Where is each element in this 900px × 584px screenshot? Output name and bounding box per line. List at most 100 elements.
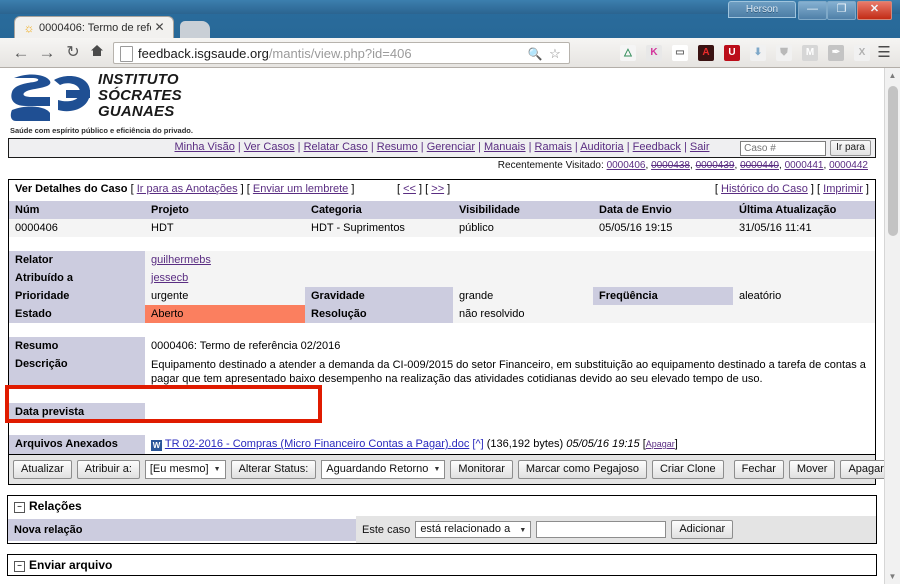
mover-button[interactable]: Mover xyxy=(788,460,836,479)
nav-separator: | xyxy=(571,141,581,153)
x-extension-icon[interactable]: X xyxy=(854,45,870,61)
browser-tab-title: 0000406: Termo de referê xyxy=(39,22,151,34)
upload-section: − Enviar arquivo xyxy=(7,554,877,576)
monitorar-button[interactable]: Monitorar xyxy=(450,460,513,479)
detail-bar-pager: [ << ] [ >> ] xyxy=(397,183,451,195)
col-head-categoria: Categoria xyxy=(305,201,453,219)
resolucao-label: Resolução xyxy=(305,305,453,323)
nav-link-ramais[interactable]: Ramais xyxy=(535,141,572,153)
nav-link-feedback[interactable]: Feedback xyxy=(633,141,681,153)
recent-case-link[interactable]: 0000441 xyxy=(785,160,824,171)
adicionar-button[interactable]: Adicionar xyxy=(671,520,734,539)
atribuido-link[interactable]: jessecb xyxy=(151,272,188,284)
spacer-row-4 xyxy=(8,421,876,435)
browser-tab-strip: ☼ 0000406: Termo de referê ✕ xyxy=(0,14,900,39)
nav-separator: | xyxy=(367,141,377,153)
relator-link[interactable]: guilhermebs xyxy=(151,254,211,266)
goto-annotations-link[interactable]: Ir para as Anotações xyxy=(137,183,238,195)
relation-target-input[interactable] xyxy=(536,521,667,538)
prioridade-value: urgente xyxy=(145,287,305,305)
relation-type-select[interactable]: está relacionado a xyxy=(415,521,532,540)
scroll-up-icon[interactable]: ▲ xyxy=(885,68,900,83)
fechar-button[interactable]: Fechar xyxy=(733,460,784,479)
alterar-status-button[interactable]: Alterar Status: xyxy=(230,460,317,479)
print-link[interactable]: Imprimir xyxy=(823,183,863,195)
download-icon[interactable]: ⬇ xyxy=(750,45,766,61)
recent-case-link[interactable]: 0000406 xyxy=(607,160,646,171)
adobe-acrobat-icon[interactable]: A xyxy=(698,45,714,61)
reload-icon[interactable]: ↻ xyxy=(62,42,84,64)
case-number-input[interactable] xyxy=(740,140,827,156)
collapse-toggle-icon-2[interactable]: − xyxy=(14,561,25,572)
frequencia-value: aleatório xyxy=(733,287,876,305)
recent-case-link[interactable]: 0000439 xyxy=(696,160,735,171)
site-logo-text: INSTITUTO SÓCRATES GUANAES xyxy=(98,72,182,120)
page-icon xyxy=(120,46,133,62)
nav-link-resumo[interactable]: Resumo xyxy=(377,141,418,153)
close-icon[interactable]: ✕ xyxy=(153,21,166,34)
send-reminder-link[interactable]: Enviar um lembrete xyxy=(253,183,348,195)
pegajoso-button[interactable]: Marcar como Pegajoso xyxy=(517,460,647,479)
upload-section-title[interactable]: − Enviar arquivo xyxy=(8,555,876,575)
google-drive-icon[interactable]: △ xyxy=(620,45,636,61)
attachment-view-marker[interactable]: [[^]^] xyxy=(472,438,483,450)
logo-line-2: SÓCRATES xyxy=(98,87,182,104)
nav-link-manuais[interactable]: Manuais xyxy=(484,141,526,153)
atribuir-a-button[interactable]: Atribuir a: xyxy=(76,460,140,479)
recent-case-link[interactable]: 0000438 xyxy=(651,160,690,171)
scroll-down-icon[interactable]: ▼ xyxy=(885,569,900,584)
resumo-label: Resumo xyxy=(8,337,145,355)
relations-section-title[interactable]: − Relações xyxy=(8,496,876,516)
data-prevista-label: Data prevista xyxy=(8,403,145,421)
goto-case-button[interactable]: Ir para xyxy=(830,140,871,156)
home-icon[interactable] xyxy=(86,42,108,64)
relator-value-cell: guilhermebs xyxy=(145,251,876,269)
site-tagline: Saúde com espírito público e eficiência … xyxy=(10,126,193,135)
page-scrollbar[interactable]: ▲ ▼ xyxy=(884,68,900,584)
recent-case-link[interactable]: 0000440 xyxy=(740,160,779,171)
nav-link-gerenciar[interactable]: Gerenciar xyxy=(427,141,475,153)
mega-icon[interactable]: M xyxy=(802,45,818,61)
collapse-toggle-icon[interactable]: − xyxy=(14,502,25,513)
chrome-menu-icon[interactable]: ☰ xyxy=(876,44,892,62)
search-icon[interactable]: 🔍 xyxy=(527,46,543,62)
case-history-link[interactable]: Histórico do Caso xyxy=(721,183,808,195)
next-case-link[interactable]: >> xyxy=(431,183,444,195)
kami-icon[interactable]: K xyxy=(646,45,662,61)
mantis-page: INSTITUTO SÓCRATES GUANAES Saúde com esp… xyxy=(0,68,884,584)
estado-row: Estado Aberto Resolução não resolvido xyxy=(8,305,876,323)
atribuir-select[interactable]: [Eu mesmo] xyxy=(144,460,226,479)
bookmark-star-icon[interactable]: ☆ xyxy=(547,46,563,62)
apagar-button[interactable]: Apagar xyxy=(840,460,884,479)
nav-link-minha-viso[interactable]: Minha Visão xyxy=(175,141,235,153)
brush-icon[interactable]: ✒ xyxy=(828,45,844,61)
os-window-frame: Herson — ❐ ✕ ☼ 0000406: Termo de referê … xyxy=(0,0,900,584)
browser-tab[interactable]: ☼ 0000406: Termo de referê ✕ xyxy=(14,16,174,39)
criar-clone-button[interactable]: Criar Clone xyxy=(651,460,724,479)
column-value-row: 0000406 HDT HDT - Suprimentos público 05… xyxy=(8,219,876,237)
nav-link-auditoria[interactable]: Auditoria xyxy=(580,141,623,153)
atualizar-button[interactable]: Atualizar xyxy=(13,460,72,479)
prev-case-link[interactable]: << xyxy=(403,183,416,195)
back-icon[interactable]: ← xyxy=(10,42,32,64)
isg-logo-icon xyxy=(10,72,92,124)
nav-link-ver-casos[interactable]: Ver Casos xyxy=(244,141,295,153)
attachment-link[interactable]: TR 02-2016 - Compras (Micro Financeiro C… xyxy=(165,438,469,450)
case-details-titlebar: Ver Detalhes do Caso [ Ir para as Anotaç… xyxy=(8,179,876,201)
relator-row: Relator guilhermebs xyxy=(8,251,876,269)
new-tab-button[interactable] xyxy=(180,21,210,38)
shield-icon[interactable]: ⛊ xyxy=(776,45,792,61)
recent-case-link[interactable]: 0000442 xyxy=(829,160,868,171)
descricao-row: Descrição Equipamento destinado a atende… xyxy=(8,355,876,389)
nav-link-relatar-caso[interactable]: Relatar Caso xyxy=(304,141,368,153)
scrollbar-thumb[interactable] xyxy=(888,86,898,236)
attachment-delete-link[interactable]: Apagar xyxy=(646,439,675,449)
nav-link-sair[interactable]: Sair xyxy=(690,141,710,153)
address-bar[interactable]: feedback.isgsaude.org/mantis/view.php?id… xyxy=(113,42,570,64)
ublock-origin-icon[interactable]: U xyxy=(724,45,740,61)
status-select[interactable]: Aguardando Retorno xyxy=(321,460,446,479)
column-header-row: Núm Projeto Categoria Visibilidade Data … xyxy=(8,201,876,219)
main-nav-bar: Minha Visão | Ver Casos | Relatar Caso |… xyxy=(8,138,876,158)
forward-icon[interactable]: → xyxy=(36,42,58,64)
cast-icon[interactable]: ▭ xyxy=(672,45,688,61)
